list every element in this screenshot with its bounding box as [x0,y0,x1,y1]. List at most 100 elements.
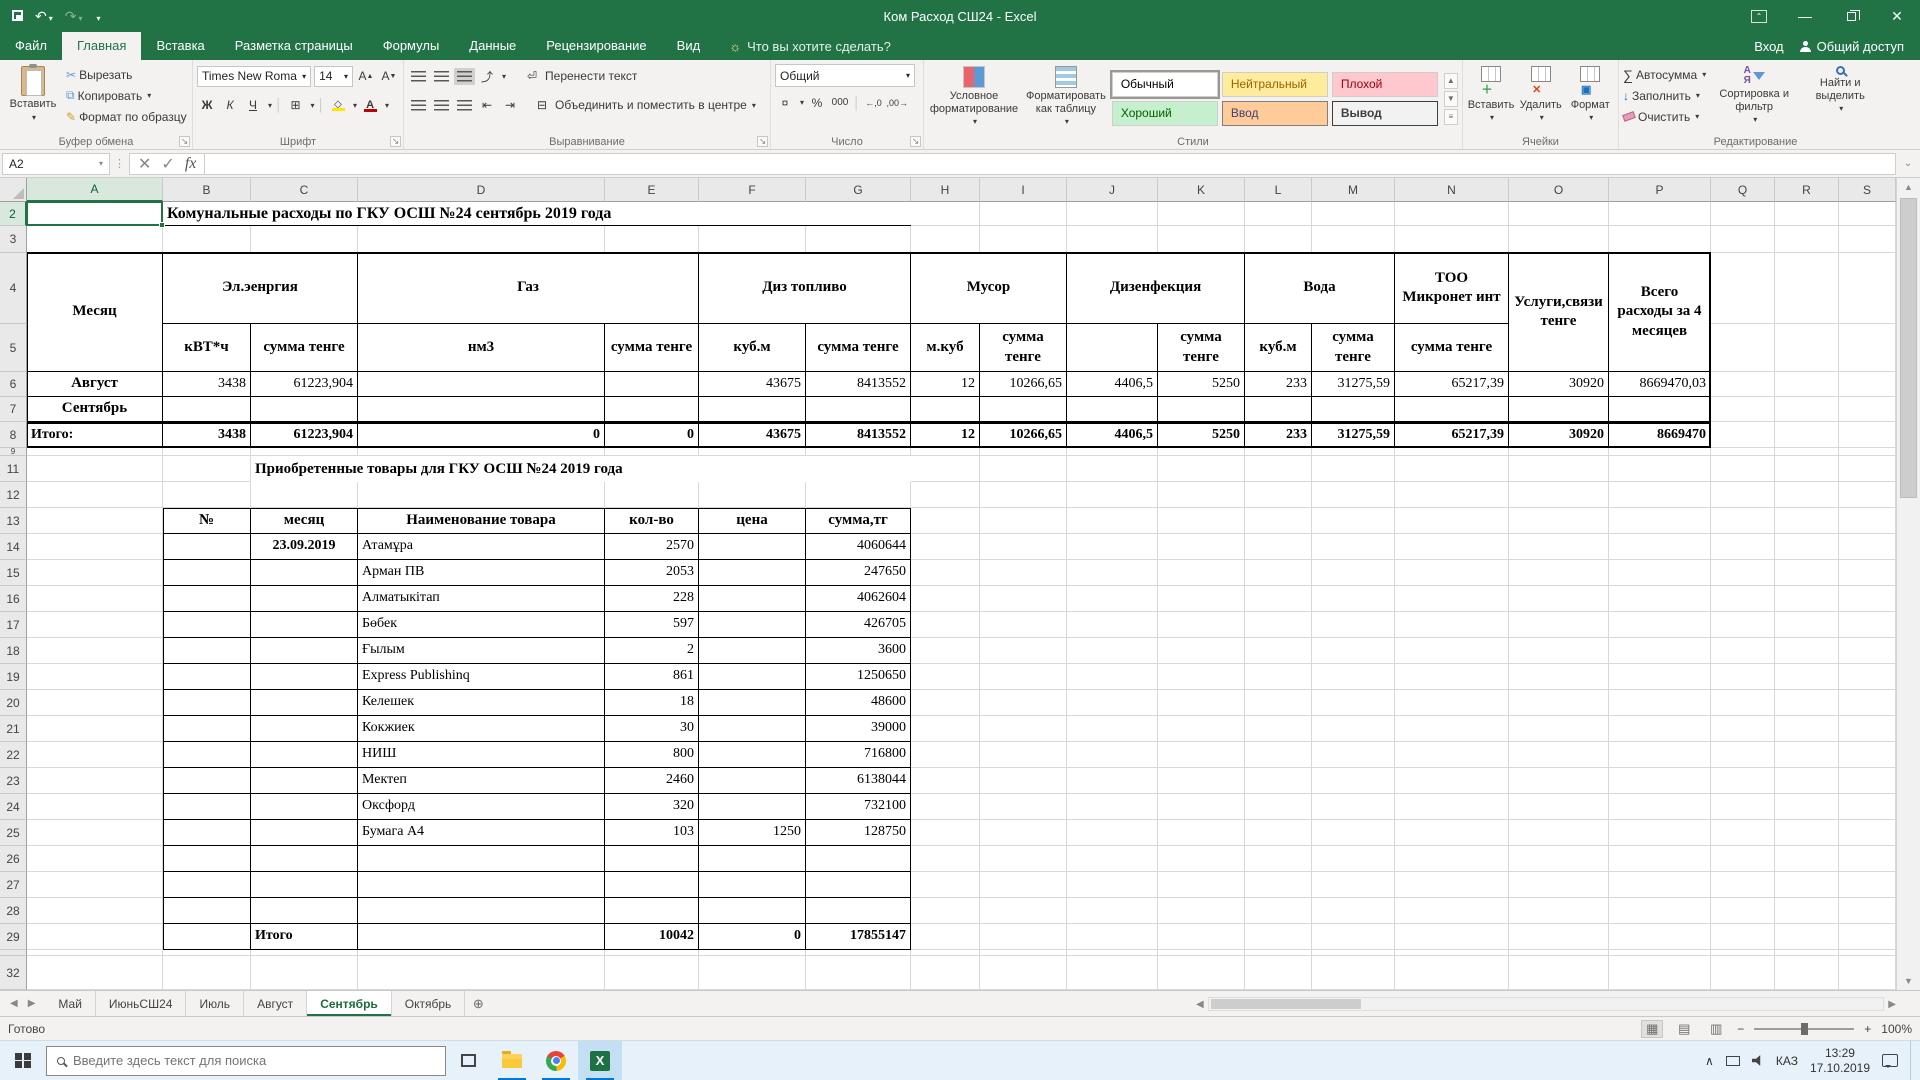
font-size-combo[interactable]: 14▾ [314,66,353,87]
grid-cell-C5[interactable]: сумма тенге [251,324,358,372]
grid-cell-H6[interactable]: 12 [911,372,980,397]
grid-cell[interactable] [1312,397,1395,422]
grid-cell[interactable] [163,742,251,768]
grid-cell[interactable] [163,924,251,950]
grid-cell[interactable] [911,397,980,422]
grid-cell[interactable] [163,690,251,716]
grid-cell[interactable] [699,872,806,898]
grid-cell-G20[interactable]: 48600 [806,690,911,716]
grid-cell-A4[interactable]: Месяц [27,253,163,372]
grid-cell-G24[interactable]: 732100 [806,794,911,820]
normal-view-button[interactable]: ▦ [1641,1020,1663,1038]
grid-cell-G16[interactable]: 4062604 [806,586,911,612]
grid-cell[interactable] [163,820,251,846]
accounting-format-button[interactable]: ¤ [775,93,795,112]
italic-button[interactable]: К [220,96,240,115]
scroll-left-arrow[interactable]: ◀ [1196,999,1204,1010]
formula-bar-expand-icon[interactable]: ⌄ [1896,158,1920,169]
sort-filter-button[interactable]: АЯ Сортировка и фильтр▾ [1712,64,1796,133]
grid-cell[interactable] [699,560,806,586]
task-view-button[interactable] [446,1041,490,1080]
column-header-J[interactable]: J [1067,178,1158,202]
row-header-16[interactable]: 16 [0,586,27,612]
row-header-26[interactable]: 26 [0,846,27,872]
tell-me-box[interactable]: ☼ Что вы хотите сделать? [729,32,891,60]
grid-cell-K6[interactable]: 5250 [1158,372,1245,397]
tab-Разметка страницы[interactable]: Разметка страницы [220,32,368,60]
column-header-A[interactable]: A [27,178,163,202]
grid-cell[interactable] [605,372,699,397]
grid-cell-M5[interactable]: сумма тенге [1312,324,1395,372]
row-header-21[interactable]: 21 [0,716,27,742]
grid-cell-D25[interactable]: Бумага А4 [358,820,605,846]
grid-cell-D21[interactable]: Кокжиек [358,716,605,742]
grid-cell-C8[interactable]: 61223,904 [251,422,358,448]
grid-cell[interactable] [1067,324,1158,372]
autosum-button[interactable]: ∑Автосумма▾ [1623,64,1706,85]
cell-style-Нейтральный[interactable]: Нейтральный [1222,72,1328,97]
row-header-13[interactable]: 13 [0,508,27,534]
grid-cell-H4[interactable]: Мусор [911,253,1067,324]
grid-cell-F29[interactable]: 0 [699,924,806,950]
grid-cell-N6[interactable]: 65217,39 [1395,372,1509,397]
horizontal-scroll-thumb[interactable] [1211,999,1361,1009]
cell-style-Обычный[interactable]: Обычный [1112,72,1218,97]
grid-cell[interactable] [605,898,699,924]
zoom-out-button[interactable]: − [1737,1022,1744,1036]
grid-cell-N5[interactable]: сумма тенге [1395,324,1509,372]
row-header-2[interactable]: 2 [0,202,27,226]
grid-cell-D19[interactable]: Express Publishinq [358,664,605,690]
grid-cell-O4[interactable]: Услуги,связи тенге [1509,253,1609,372]
grid-cell-D17[interactable]: Бөбек [358,612,605,638]
increase-indent-button[interactable]: ⇥ [500,96,520,115]
grid-cell[interactable] [699,768,806,794]
number-format-combo[interactable]: Общий▾ [775,64,915,87]
align-top-button[interactable] [408,67,428,86]
row-header-6[interactable]: 6 [0,372,27,397]
grid-cell-C29[interactable]: Итого [251,924,358,950]
grid-cell-I6[interactable]: 10266,65 [980,372,1067,397]
formula-input[interactable] [205,153,1896,175]
row-header-3[interactable]: 3 [0,226,27,253]
grid-cell-K5[interactable]: сумма тенге [1158,324,1245,372]
font-name-combo[interactable]: Times New Roma▾ [197,66,311,87]
grid-cell-E15[interactable]: 2053 [605,560,699,586]
font-dialog-launcher[interactable]: ↘ [390,136,401,147]
row-header-27[interactable]: 27 [0,872,27,898]
restore-button[interactable] [1828,0,1874,32]
grid-cell-B5[interactable]: кВТ*ч [163,324,251,372]
orientation-button[interactable]: ⤴ [477,67,497,86]
grid-cell-B6[interactable]: 3438 [163,372,251,397]
grid-cell[interactable] [251,872,358,898]
grid-cell-N8[interactable]: 65217,39 [1395,422,1509,448]
grid-cell[interactable] [699,534,806,560]
grid-cell[interactable] [806,872,911,898]
grid-cell-J6[interactable]: 4406,5 [1067,372,1158,397]
align-center-button[interactable] [431,96,451,115]
column-header-M[interactable]: M [1312,178,1395,202]
undo-button[interactable]: ↶▾ [35,8,53,25]
grid-cell-F6[interactable]: 43675 [699,372,806,397]
find-select-button[interactable]: Найти и выделить▾ [1802,64,1878,133]
grid-cell-D18[interactable]: Ғылым [358,638,605,664]
grid-cell[interactable] [163,846,251,872]
show-desktop-button[interactable] [1910,1041,1916,1080]
grid-cell-J8[interactable]: 4406,5 [1067,422,1158,448]
fill-button[interactable]: ↓Заполнить▾ [1623,85,1706,106]
grid-cell-D24[interactable]: Оксфорд [358,794,605,820]
grid-cell-E5[interactable]: сумма тенге [605,324,699,372]
decrease-indent-button[interactable]: ⇤ [477,96,497,115]
row-header-23[interactable]: 23 [0,768,27,794]
grid-cell[interactable] [806,397,911,422]
grid-cell-L8[interactable]: 233 [1245,422,1312,448]
conditional-formatting-button[interactable]: Условное форматирование ▾ [928,64,1020,133]
grid-cell-L6[interactable]: 233 [1245,372,1312,397]
grid-cell[interactable] [699,716,806,742]
cancel-entry-icon[interactable]: ✕ [138,154,151,174]
grid-cell-B2[interactable]: Комунальные расходы по ГКУ ОСШ №24 сентя… [163,202,911,226]
vertical-scroll-thumb[interactable] [1900,198,1917,498]
grid-cell-G6[interactable]: 8413552 [806,372,911,397]
align-bottom-button[interactable] [454,67,474,86]
number-dialog-launcher[interactable]: ↘ [910,136,921,147]
grid-cell[interactable] [358,924,605,950]
